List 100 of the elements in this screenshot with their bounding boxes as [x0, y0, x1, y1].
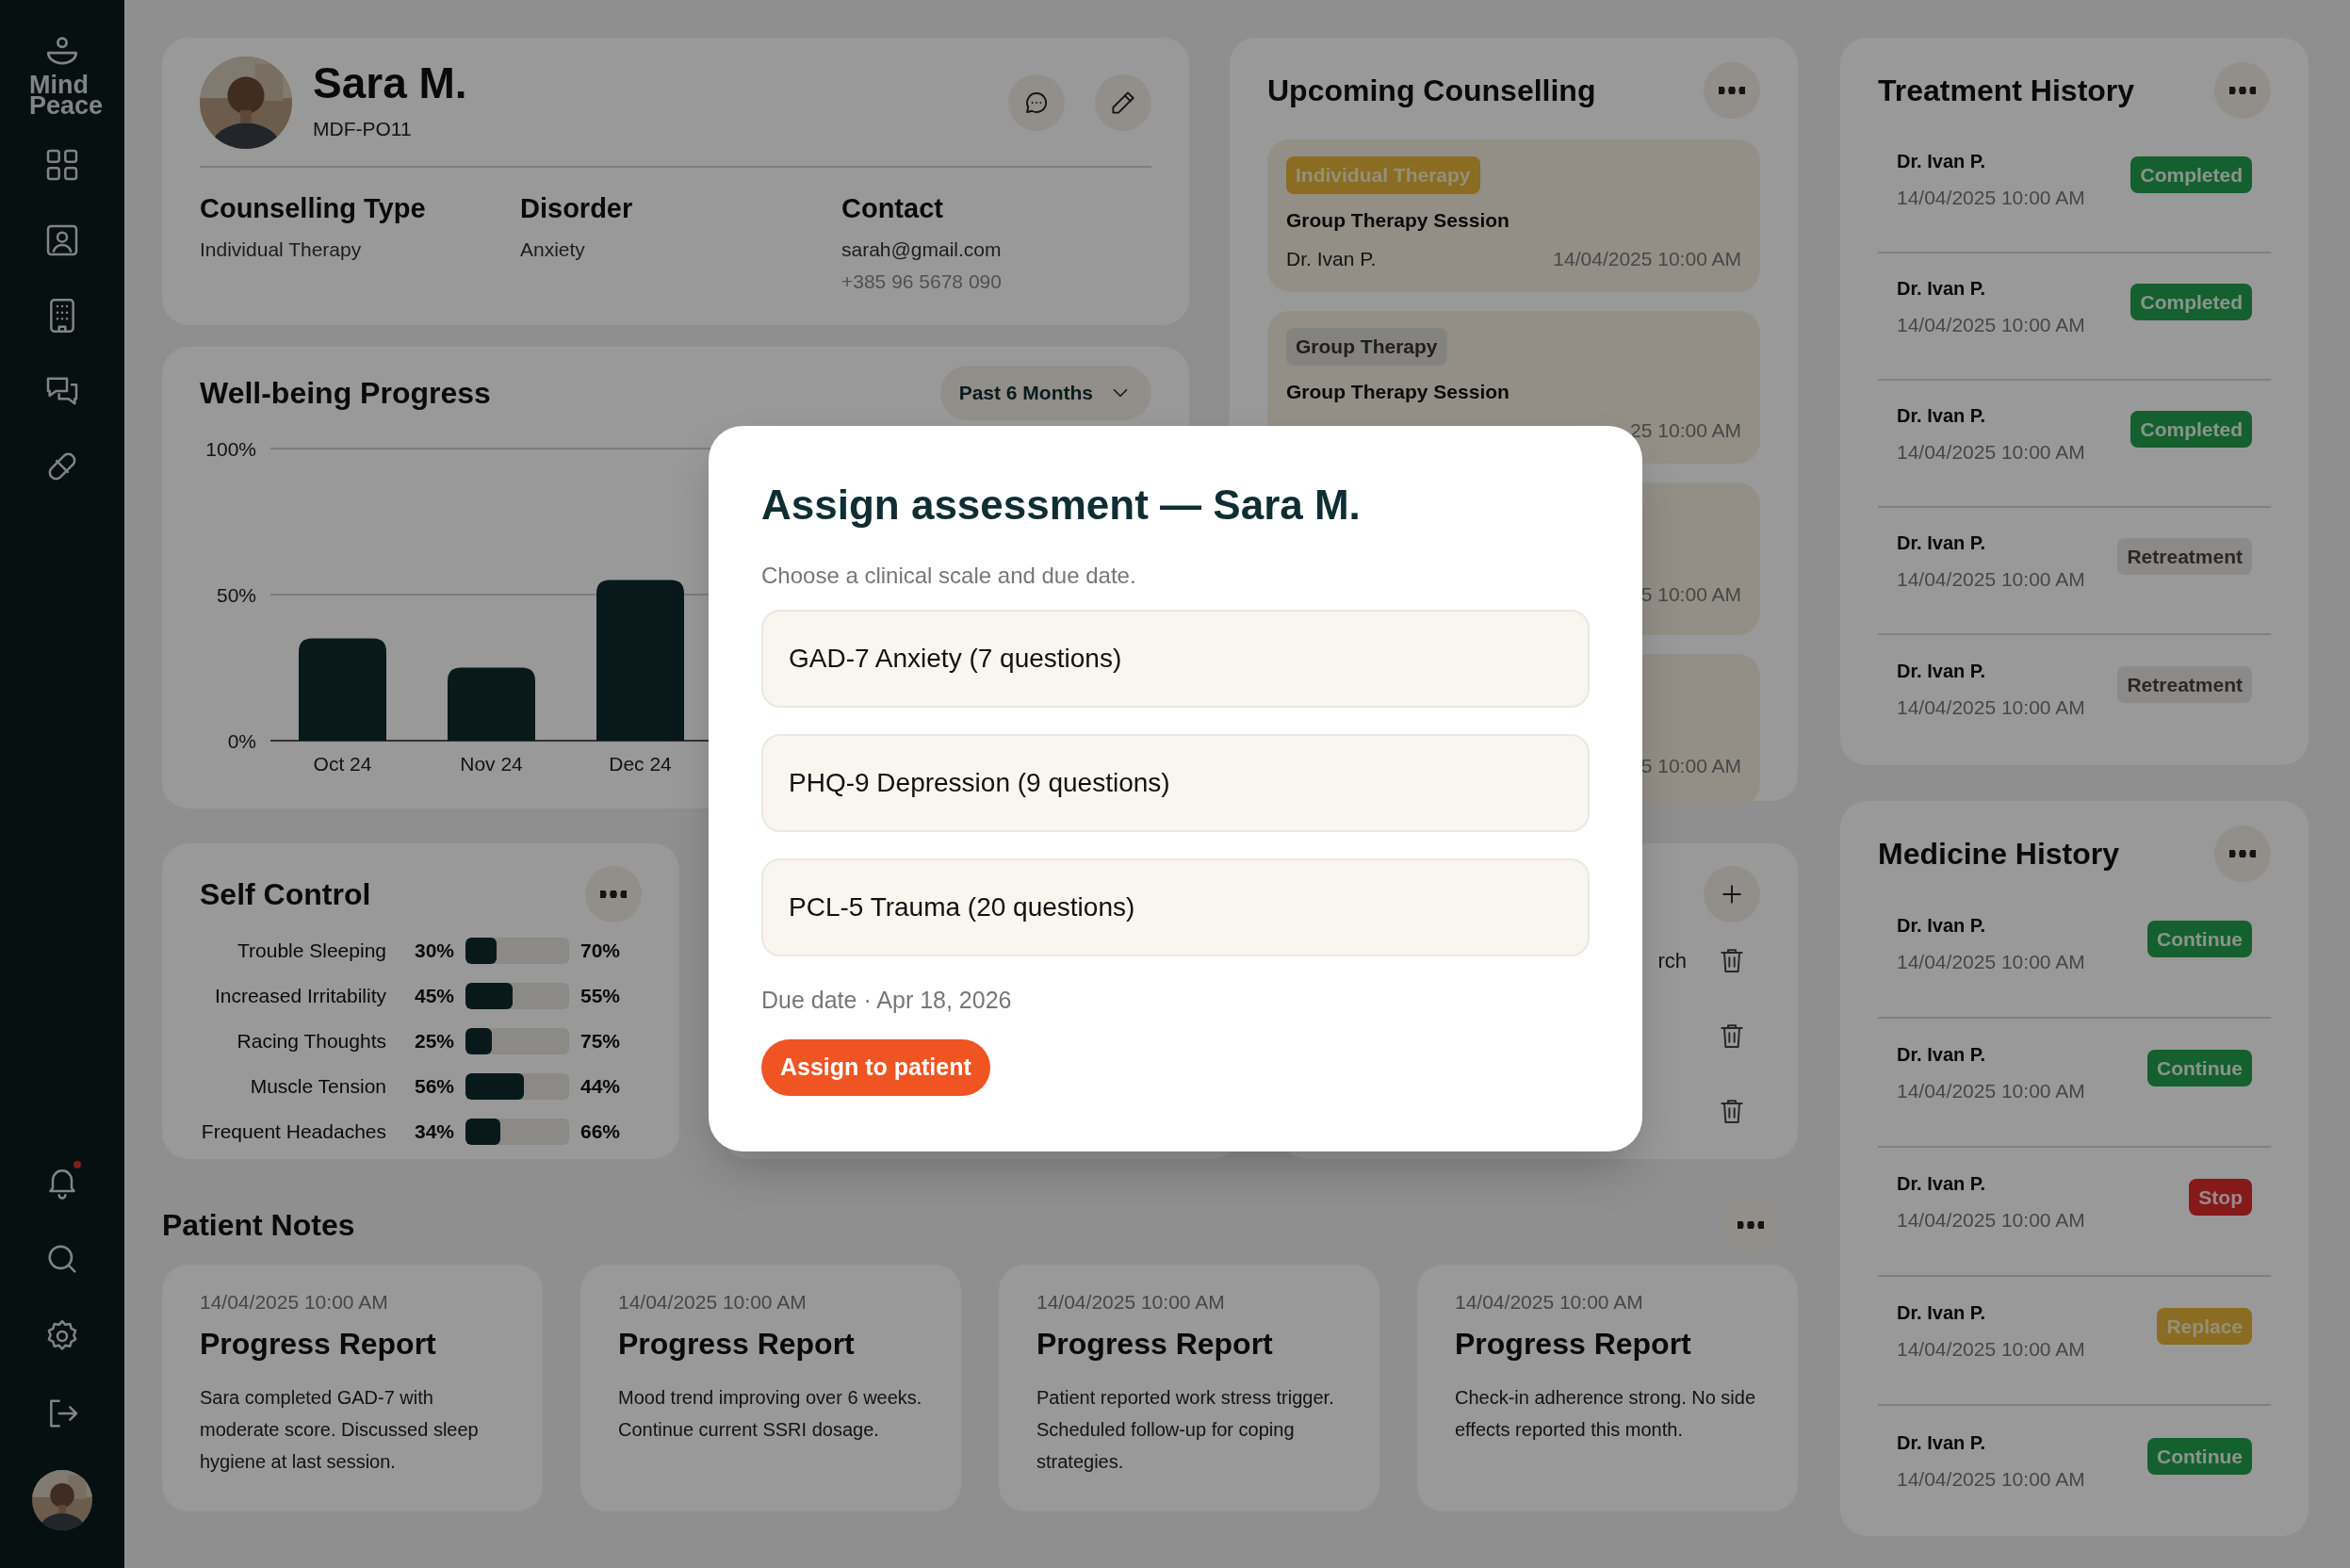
item-label: Muscle Tension: [249, 1074, 386, 1100]
session-time: 5 10:00 AM: [1640, 753, 1741, 778]
field-label: Counselling Type: [200, 192, 427, 225]
date-time: 14/04/2025 10:00 AM: [1897, 949, 2085, 974]
session-time: 25 10:00 AM: [1630, 418, 1741, 443]
percent-value: 25%: [413, 1029, 454, 1054]
doctor-name: Dr. Ivan P.: [1897, 1430, 1987, 1455]
note-text: Check-in adherence strong. No side effects reported this month.: [1455, 1385, 1757, 1442]
doctor-name: Dr. Ivan P.: [1897, 659, 1987, 683]
card-title: Well-being Progress: [200, 375, 491, 412]
percent-value: 56%: [413, 1074, 454, 1100]
field-value: +385 96 5678 090: [841, 269, 1003, 294]
session-title: Group Therapy Session: [1286, 379, 1510, 404]
scale-option[interactable]: PHQ-9 Depression (9 questions): [761, 734, 1590, 832]
doctor-name: Dr. Ivan P.: [1897, 531, 1987, 555]
note-title: Progress Report: [1455, 1325, 1692, 1363]
date-time: 14/04/2025 10:00 AM: [1897, 1078, 2085, 1103]
status-badge: Completed: [2130, 155, 2252, 194]
status-badge: Continue: [2147, 1437, 2252, 1476]
item-label: Trouble Sleeping: [237, 939, 386, 964]
row-text: rch: [1657, 947, 1687, 974]
percent-value: 66%: [580, 1119, 622, 1145]
card-title: Upcoming Counselling: [1267, 73, 1596, 109]
doctor-name: Dr. Ivan P.: [1897, 276, 1987, 301]
note-title: Progress Report: [1036, 1325, 1274, 1363]
note-time: 14/04/2025 10:00 AM: [618, 1290, 808, 1315]
more-icon: [2229, 87, 2256, 94]
field-value: Individual Therapy: [200, 237, 363, 262]
date-time: 14/04/2025 10:00 AM: [1897, 185, 2085, 210]
more-icon: [1738, 1221, 1764, 1229]
date-time: 14/04/2025 10:00 AM: [1897, 1207, 2085, 1233]
modal-subtitle: Choose a clinical scale and due date.: [761, 562, 1137, 590]
percent-value: 34%: [413, 1119, 454, 1145]
doctor-name: Dr. Ivan P.: [1897, 149, 1987, 173]
more-icon: [2229, 850, 2256, 858]
status-badge: Replace: [2157, 1307, 2252, 1346]
field-value: Anxiety: [520, 237, 586, 262]
note-time: 14/04/2025 10:00 AM: [1455, 1290, 1644, 1315]
date-time: 14/04/2025 10:00 AM: [1897, 1336, 2085, 1362]
percent-value: 30%: [413, 939, 454, 964]
card-title: Treatment History: [1878, 73, 2135, 109]
item-label: Racing Thoughts: [236, 1029, 386, 1054]
session-tag: Individual Therapy: [1286, 156, 1480, 194]
axis-label: 100%: [205, 438, 256, 460]
patient-name: Sara M.: [313, 61, 468, 106]
doctor-name: Dr. Ivan P.: [1897, 1171, 1987, 1196]
assign-button[interactable]: Assign to patient: [761, 1038, 990, 1096]
date-time: 14/04/2025 10:00 AM: [1897, 439, 2085, 465]
status-badge: Continue: [2147, 1049, 2252, 1087]
note-title: Progress Report: [618, 1325, 856, 1363]
doctor-name: Dr. Ivan P.: [1897, 1300, 1987, 1325]
percent-value: 70%: [580, 939, 622, 964]
more-icon: [1719, 87, 1745, 94]
scale-option[interactable]: GAD-7 Anxiety (7 questions): [761, 610, 1590, 708]
session-title: Group Therapy Session: [1286, 207, 1510, 233]
date-time: 14/04/2025 10:00 AM: [1897, 1466, 2085, 1492]
percent-value: 45%: [413, 984, 454, 1009]
field-value: sarah@gmail.com: [841, 237, 1003, 262]
session-doctor: Dr. Ivan P.: [1286, 247, 1377, 271]
doctor-name: Dr. Ivan P.: [1897, 403, 1987, 428]
doctor-name: Dr. Ivan P.: [1897, 913, 1987, 938]
date-time: 14/04/2025 10:00 AM: [1897, 312, 2085, 337]
percent-value: 75%: [580, 1029, 622, 1054]
scale-option[interactable]: PCL-5 Trauma (20 questions): [761, 858, 1590, 956]
note-text: Mood trend improving over 6 weeks. Continue current SSRI dosage.: [618, 1385, 923, 1442]
session-tag: Group Therapy: [1286, 328, 1447, 366]
axis-label: Dec 24: [609, 753, 672, 775]
status-badge: Stop: [2189, 1178, 2252, 1217]
axis-label: 50%: [216, 584, 256, 606]
field-label: Contact: [841, 192, 944, 225]
note-title: Progress Report: [200, 1325, 437, 1363]
session-time: 14/04/2025 10:00 AM: [1553, 247, 1741, 271]
status-badge: Completed: [2130, 410, 2252, 449]
note-time: 14/04/2025 10:00 AM: [200, 1290, 389, 1315]
axis-label: Oct 24: [313, 753, 372, 775]
section-title: Patient Notes: [162, 1207, 355, 1244]
card-title: Self Control: [200, 876, 371, 913]
date-time: 14/04/2025 10:00 AM: [1897, 694, 2085, 720]
item-label: Frequent Headaches: [200, 1119, 386, 1145]
note-text: Patient reported work stress trigger. Scheduled follow-up for coping strategies.: [1036, 1385, 1335, 1474]
range-dropdown[interactable]: Past 6 Months: [939, 366, 1151, 420]
card-title: Medicine History: [1878, 836, 2120, 873]
field-label: Disorder: [520, 192, 634, 225]
session-card[interactable]: Individual Therapy Group Therapy Session Dr. Ivan P. 14/04/2025 10:00 AM: [1267, 139, 1760, 292]
status-badge: Continue: [2147, 920, 2252, 958]
note-text: Sara completed GAD-7 with moderate score. Discussed sleep hygiene at last session.: [200, 1385, 480, 1474]
modal-title: Assign assessment — Sara M.: [761, 481, 1362, 530]
axis-label: Nov 24: [460, 753, 523, 775]
patient-id: MDF-PO11: [313, 117, 413, 142]
note-time: 14/04/2025 10:00 AM: [1036, 1290, 1226, 1315]
status-badge: Completed: [2130, 283, 2252, 321]
date-time: 14/04/2025 10:00 AM: [1897, 566, 2085, 592]
status-badge: Retreatment: [2117, 537, 2252, 576]
axis-label: 0%: [227, 730, 256, 752]
status-badge: Retreatment: [2117, 665, 2252, 704]
percent-value: 55%: [580, 984, 622, 1009]
more-icon: [599, 890, 627, 898]
item-label: Increased Irritability: [213, 984, 386, 1009]
doctor-name: Dr. Ivan P.: [1897, 1042, 1987, 1067]
logo-text: Mind Peace: [28, 75, 105, 117]
